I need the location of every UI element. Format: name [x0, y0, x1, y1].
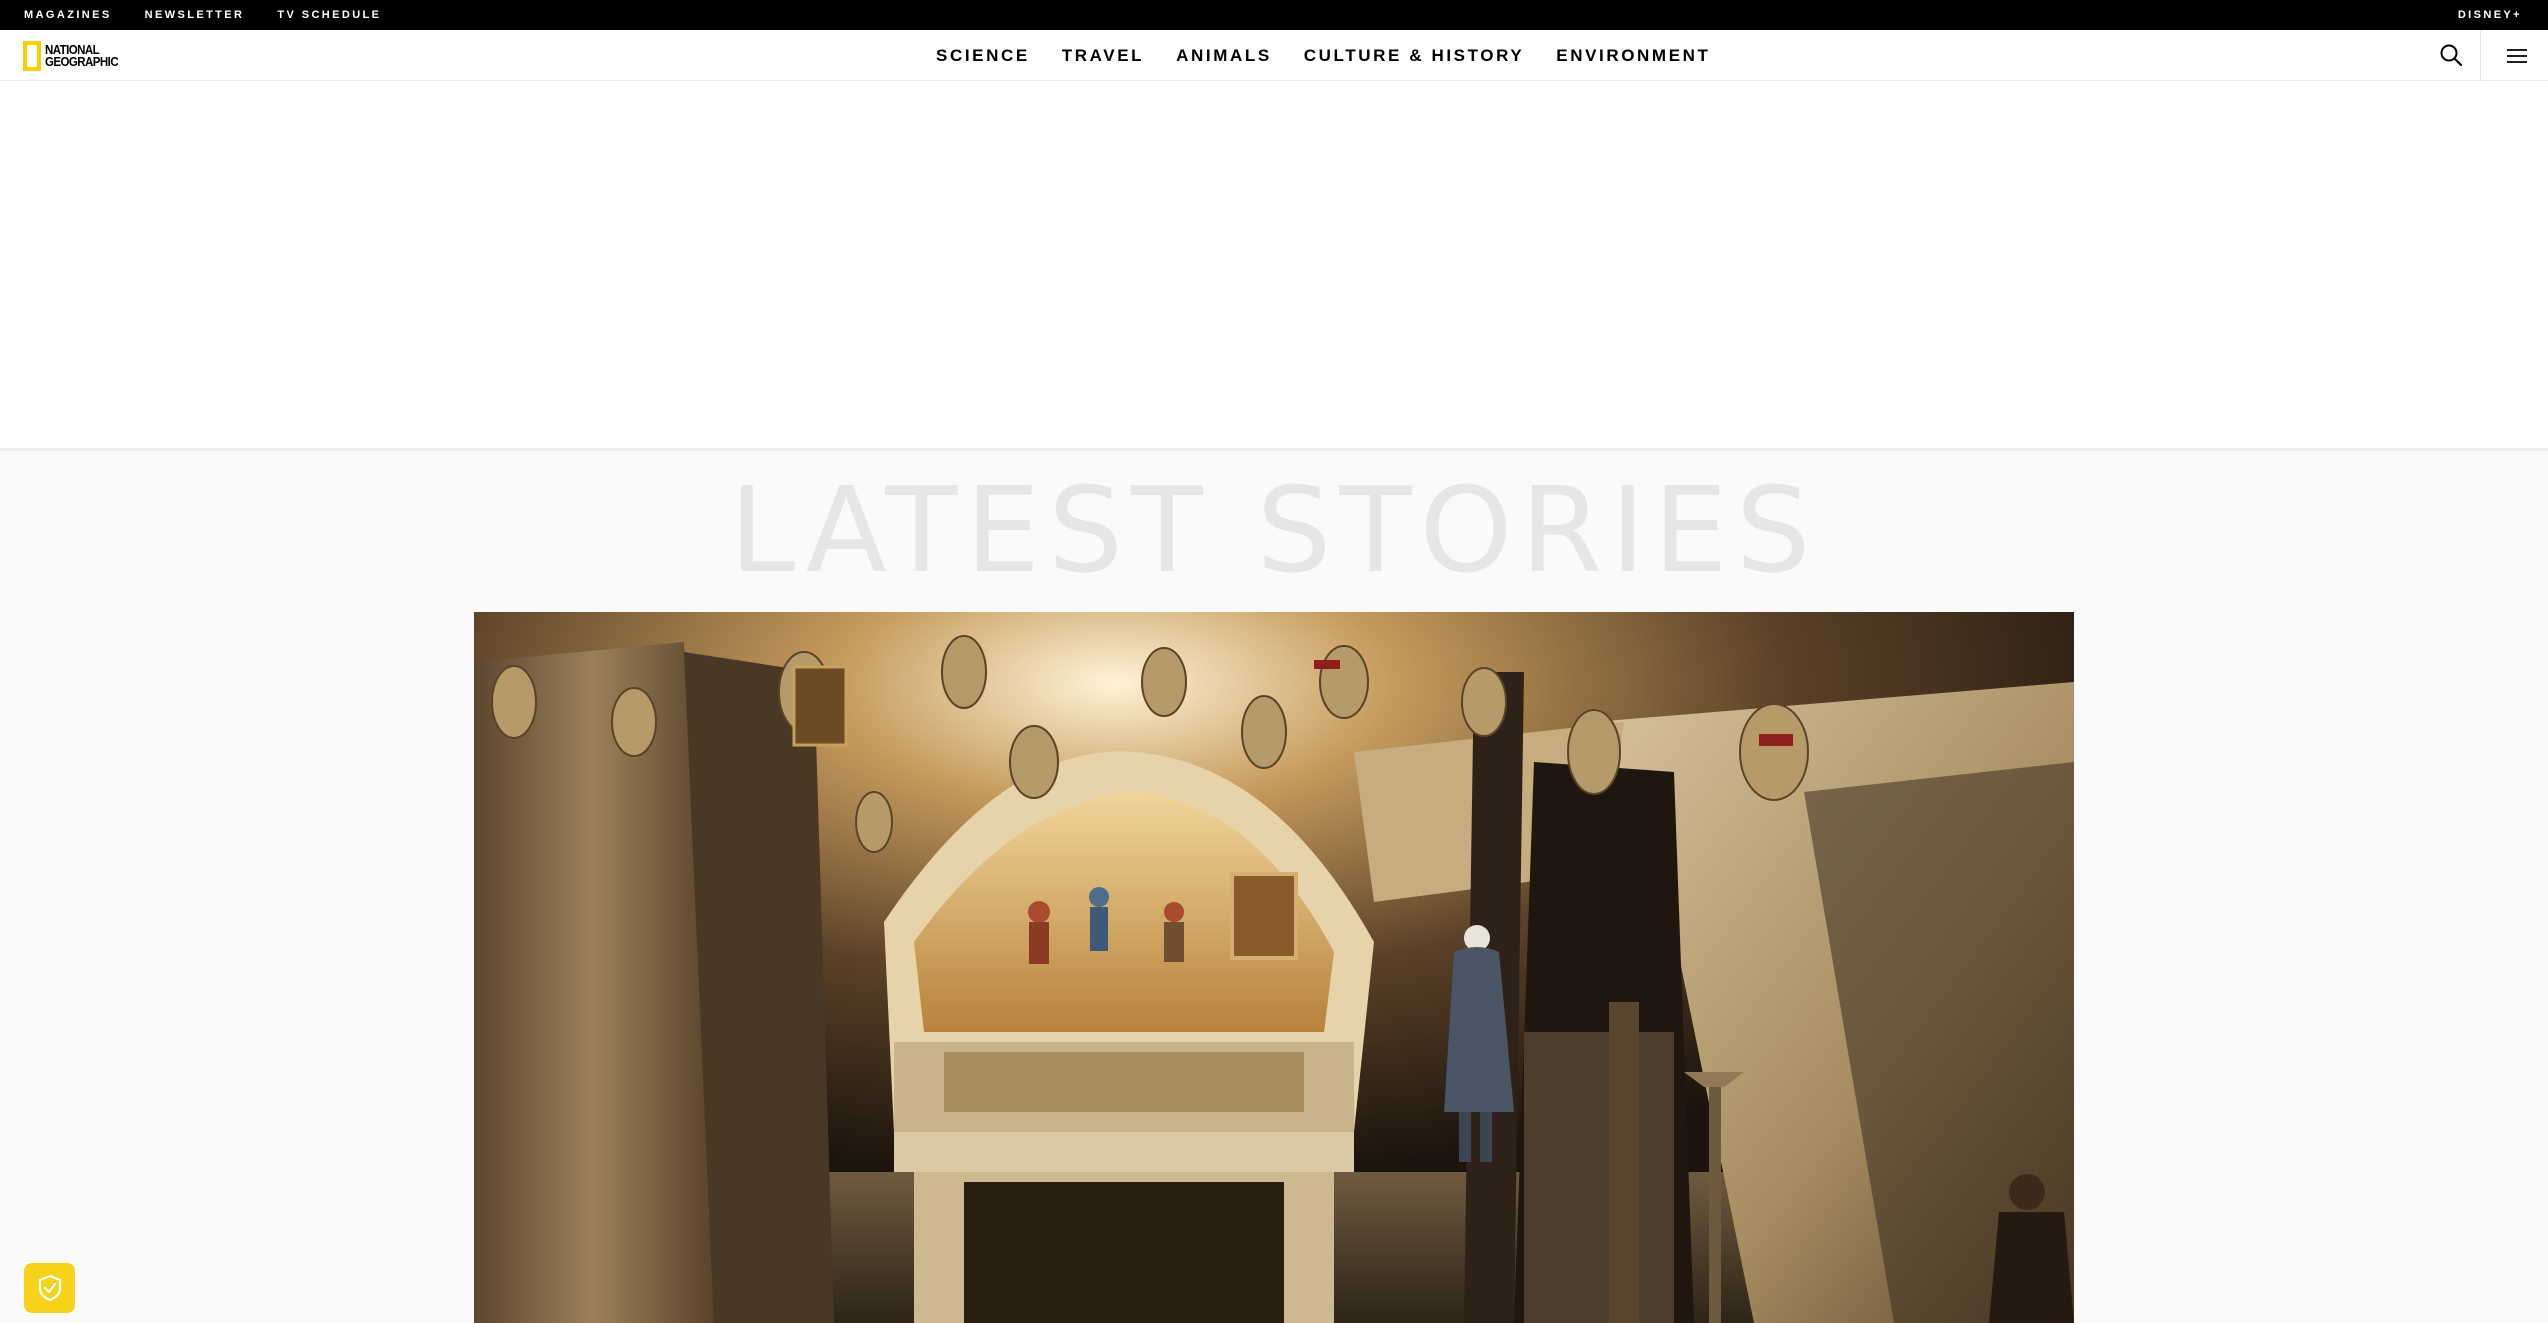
hamburger-menu-icon	[2507, 49, 2527, 63]
tv-schedule-link[interactable]: TV SCHEDULE	[277, 9, 381, 21]
disney-plus-link[interactable]: DISNEY+	[2458, 9, 2522, 21]
newsletter-link[interactable]: NEWSLETTER	[145, 9, 245, 21]
grotto-photo	[474, 612, 2074, 1323]
nav-item-environment[interactable]: ENVIRONMENT	[1556, 46, 1710, 66]
logo-wordmark: NATIONAL GEOGRAPHIC	[45, 44, 119, 69]
search-button[interactable]	[2436, 40, 2468, 72]
shield-check-icon	[38, 1274, 61, 1302]
ad-slot	[0, 81, 2548, 449]
logo-line-2: GEOGRAPHIC	[45, 55, 119, 69]
main-nav: NATIONAL GEOGRAPHIC SCIENCE TRAVEL ANIMA…	[0, 30, 2548, 81]
utility-bar: MAGAZINES NEWSLETTER TV SCHEDULE DISNEY+	[0, 0, 2548, 30]
yellow-border-icon	[23, 41, 41, 71]
search-icon	[2440, 44, 2463, 67]
hero-story-image[interactable]	[474, 612, 2074, 1323]
nav-links: SCIENCE TRAVEL ANIMALS CULTURE & HISTORY…	[936, 30, 1711, 81]
nav-item-science[interactable]: SCIENCE	[936, 46, 1030, 66]
menu-button[interactable]	[2503, 42, 2531, 70]
nav-item-animals[interactable]: ANIMALS	[1176, 46, 1272, 66]
utility-links: MAGAZINES NEWSLETTER TV SCHEDULE	[0, 9, 381, 21]
nav-item-travel[interactable]: TRAVEL	[1062, 46, 1144, 66]
nav-item-culture-history[interactable]: CULTURE & HISTORY	[1304, 46, 1525, 66]
nat-geo-logo[interactable]: NATIONAL GEOGRAPHIC	[23, 41, 124, 71]
section-title: LATEST STORIES	[729, 461, 1819, 599]
nav-divider	[2480, 30, 2481, 81]
magazines-link[interactable]: MAGAZINES	[24, 9, 112, 21]
privacy-settings-button[interactable]	[24, 1263, 75, 1313]
